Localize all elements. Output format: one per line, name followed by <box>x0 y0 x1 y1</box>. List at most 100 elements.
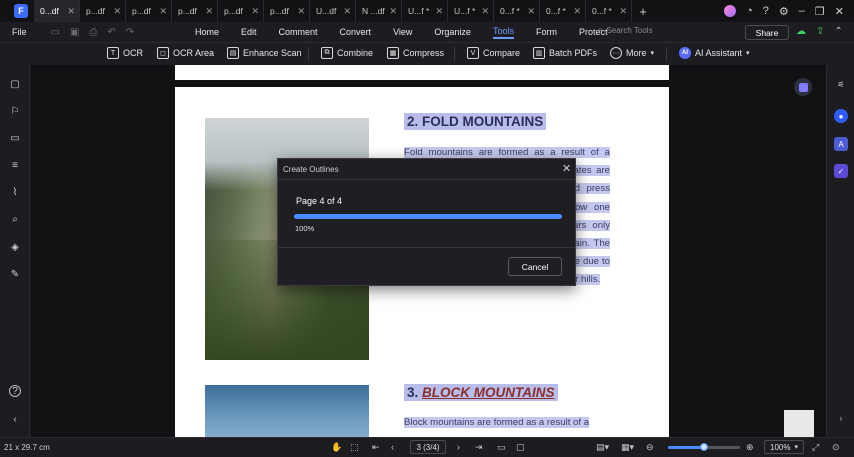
tab-3[interactable]: p...df ✕ <box>172 0 218 22</box>
redo-icon[interactable]: ↷ <box>126 27 134 38</box>
tab-6[interactable]: U...df ✕ <box>310 0 356 22</box>
menu-organize[interactable]: Organize <box>434 27 471 37</box>
print-icon[interactable]: ⎙ <box>89 27 97 38</box>
collapse-icon[interactable]: ⌃ <box>834 26 842 37</box>
menu-form[interactable]: Form <box>536 27 557 37</box>
menu-comment[interactable]: Comment <box>279 27 318 37</box>
tab-0[interactable]: 0...df ✕ <box>34 0 80 22</box>
scroll-mode-icon[interactable]: ▦▾ <box>621 442 634 453</box>
block-paragraph[interactable]: Block mountains are formed as a result o… <box>404 414 610 432</box>
tab-close-icon[interactable]: ✕ <box>619 6 627 17</box>
cloud-sync-icon[interactable]: ☁ <box>796 26 806 37</box>
compare-button[interactable]: V Compare <box>467 47 520 59</box>
tab-2[interactable]: p...df ✕ <box>126 0 172 22</box>
compress-button[interactable]: ▦ Compress <box>387 47 444 59</box>
settings-icon[interactable]: ⚙ <box>779 5 789 18</box>
help-icon[interactable]: ? <box>9 385 21 397</box>
zoom-slider-handle[interactable] <box>700 443 708 451</box>
section-heading-block[interactable]: 3. BLOCK MOUNTAINS <box>404 384 558 401</box>
menu-tools[interactable]: Tools <box>492 26 514 39</box>
next-page-icon[interactable]: › <box>457 442 460 452</box>
combine-button[interactable]: ⧉ Combine <box>321 47 373 59</box>
comment-icon[interactable]: ▭ <box>9 132 21 144</box>
cancel-button[interactable]: Cancel <box>508 257 562 276</box>
first-page-icon[interactable]: ⇤ <box>372 442 380 453</box>
share-button[interactable]: Share <box>745 25 789 40</box>
avatar[interactable] <box>724 5 737 17</box>
tab-8[interactable]: U...f * ✕ <box>402 0 448 22</box>
zoom-select[interactable]: 100% ▾ <box>764 440 804 454</box>
tab-close-icon[interactable]: ✕ <box>435 6 443 17</box>
page-layout-icon[interactable]: ▤▾ <box>596 442 609 453</box>
previous-page-icon[interactable]: ‹ <box>391 442 394 452</box>
tab-10[interactable]: 0...f * ✕ <box>494 0 540 22</box>
ai-assistant-button[interactable]: AI AI Assistant ▾ <box>679 47 750 59</box>
notification-icon[interactable]: ◔ <box>746 5 753 17</box>
collapse-left-icon[interactable]: ‹ <box>9 413 21 425</box>
bookmark-icon[interactable]: ⚐ <box>9 105 21 117</box>
tab-close-icon[interactable]: ✕ <box>389 6 397 17</box>
tab-close-icon[interactable]: ✕ <box>159 6 167 17</box>
page-number-input[interactable]: 3 (3/4) <box>410 440 446 454</box>
zoom-in-icon[interactable]: ⊕ <box>746 442 754 453</box>
fit-page-icon[interactable]: ▭ <box>497 442 506 453</box>
close-icon[interactable]: ✕ <box>835 5 844 18</box>
menu-view[interactable]: View <box>393 27 412 37</box>
fit-width-icon[interactable]: ▢ <box>516 442 525 453</box>
tab-1[interactable]: p...df ✕ <box>80 0 126 22</box>
enhance-scan-button[interactable]: ▤ Enhance Scan <box>227 47 302 59</box>
translate-icon[interactable]: A <box>834 137 848 151</box>
select-tool-icon[interactable]: ⬚ <box>350 442 359 453</box>
tab-close-icon[interactable]: ✕ <box>251 6 259 17</box>
more-button[interactable]: ⋯ More ▾ <box>610 47 654 59</box>
fullscreen-icon[interactable]: ⤢ <box>812 442 819 453</box>
hand-tool-icon[interactable]: ✋ <box>331 442 342 453</box>
menu-edit[interactable]: Edit <box>241 27 257 37</box>
tab-7[interactable]: N ...df ✕ <box>356 0 402 22</box>
tab-4[interactable]: p...df ✕ <box>218 0 264 22</box>
reading-mode-icon[interactable]: ⊙ <box>832 442 840 453</box>
tab-close-icon[interactable]: ✕ <box>297 6 305 17</box>
open-icon[interactable]: ▭ <box>51 27 60 38</box>
check-icon[interactable]: ✓ <box>834 164 848 178</box>
help-icon[interactable]: ? <box>763 5 769 17</box>
tab-close-icon[interactable]: ✕ <box>527 6 535 17</box>
dialog-close-icon[interactable]: ✕ <box>562 162 571 175</box>
properties-icon[interactable]: ⚟ <box>834 77 848 91</box>
section-heading-fold[interactable]: 2. FOLD MOUNTAINS <box>404 113 547 130</box>
outline-icon[interactable]: ≡ <box>9 159 21 171</box>
layers-icon[interactable]: ◈ <box>9 241 21 253</box>
search-icon[interactable]: ⌕ <box>9 213 21 225</box>
new-tab-button[interactable]: + <box>632 4 654 19</box>
file-menu[interactable]: File <box>12 27 27 37</box>
tab-close-icon[interactable]: ✕ <box>205 6 213 17</box>
save-icon[interactable]: ▣ <box>70 27 79 38</box>
attachment-icon[interactable]: ⌇ <box>9 186 21 198</box>
tab-12[interactable]: 0...f * ✕ <box>586 0 632 22</box>
signature-icon[interactable]: ✎ <box>9 268 21 280</box>
batch-pdfs-button[interactable]: ▥ Batch PDFs <box>533 47 597 59</box>
upload-icon[interactable]: ⇪ <box>816 26 824 37</box>
tab-close-icon[interactable]: ✕ <box>67 6 75 17</box>
undo-icon[interactable]: ↶ <box>107 27 115 38</box>
last-page-icon[interactable]: ⇥ <box>475 442 483 453</box>
tab-5[interactable]: p...df ✕ <box>264 0 310 22</box>
search-tools[interactable]: ⌕ Search Tools <box>598 25 653 35</box>
tab-11[interactable]: 0...f * ✕ <box>540 0 586 22</box>
ocr-button[interactable]: T OCR <box>107 47 143 59</box>
tab-close-icon[interactable]: ✕ <box>573 6 581 17</box>
tab-close-icon[interactable]: ✕ <box>343 6 351 17</box>
menu-convert[interactable]: Convert <box>340 27 372 37</box>
ai-floating-button[interactable] <box>794 78 812 96</box>
ocr-area-button[interactable]: ◻ OCR Area <box>157 47 214 59</box>
maximize-icon[interactable]: ❐ <box>815 5 825 18</box>
page-thumbnails-icon[interactable]: ▢ <box>9 78 21 90</box>
minimize-icon[interactable]: – <box>799 5 805 17</box>
tab-close-icon[interactable]: ✕ <box>481 6 489 17</box>
zoom-out-icon[interactable]: ⊖ <box>646 442 654 453</box>
menu-home[interactable]: Home <box>195 27 219 37</box>
expand-right-icon[interactable]: › <box>834 411 848 425</box>
search-input[interactable]: Search Tools <box>606 26 652 35</box>
tab-9[interactable]: U...f * ✕ <box>448 0 494 22</box>
tab-close-icon[interactable]: ✕ <box>113 6 121 17</box>
